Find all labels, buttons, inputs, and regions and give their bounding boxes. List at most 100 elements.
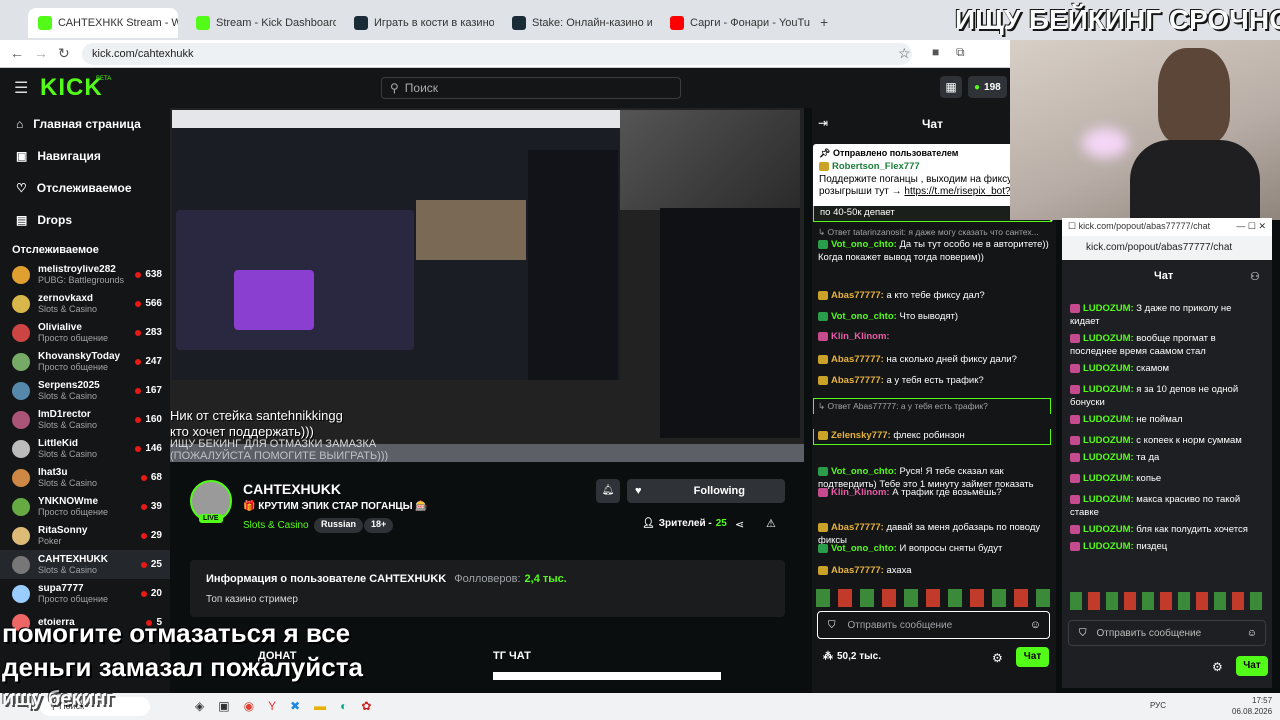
emoji-icon[interactable]: ☺: [1030, 619, 1041, 631]
sidebar-channel[interactable]: RitaSonny Poker 29: [0, 521, 170, 550]
chat-username[interactable]: Klin_Klinom:: [831, 487, 890, 498]
sidebar-channel[interactable]: CAHTEXHUKK Slots & Casino 25: [0, 550, 170, 579]
gear-icon[interactable]: ⚙: [992, 651, 1003, 665]
chat-username[interactable]: Vot_ono_chto:: [831, 466, 897, 477]
chrome-icon[interactable]: ◉: [244, 699, 254, 713]
app-icon[interactable]: ◈: [195, 699, 204, 713]
chat-username[interactable]: Abas77777:: [831, 565, 884, 576]
chat-username[interactable]: Zelensky777:: [831, 430, 891, 441]
kick-logo[interactable]: KICK: [40, 74, 103, 102]
sidebar-channel[interactable]: Serpens2025 Slots & Casino 167: [0, 376, 170, 405]
users-icon[interactable]: ⚇: [1250, 270, 1260, 283]
back-icon[interactable]: ←: [10, 45, 24, 61]
chat-username[interactable]: Abas77777:: [831, 375, 884, 386]
forward-icon[interactable]: →: [34, 45, 48, 61]
chat-username[interactable]: LUDOZUM:: [1083, 303, 1134, 314]
search-input[interactable]: ⚲ Поиск: [381, 77, 681, 99]
chat-username[interactable]: LUDOZUM:: [1083, 494, 1134, 505]
coins-badge[interactable]: ● 198: [968, 76, 1007, 98]
popout-send-button[interactable]: Чат: [1236, 656, 1268, 676]
tag-pill[interactable]: 18+: [364, 518, 394, 533]
star-icon[interactable]: ☆: [898, 45, 911, 62]
captured-promo-banner: [234, 270, 314, 330]
badge-icon: [818, 466, 828, 476]
app-icon[interactable]: ✖: [290, 699, 300, 713]
popout-emote-bar[interactable]: [1070, 592, 1264, 610]
clock[interactable]: 17:57 06.08.2026: [1232, 695, 1272, 717]
popout-chat-input[interactable]: ⛉ Отправить сообщение ☺: [1068, 620, 1266, 646]
reload-icon[interactable]: ↻: [58, 45, 70, 62]
browser-tab[interactable]: Сарги - Фонари - YouTube✕: [660, 8, 810, 38]
sidebar-channel[interactable]: YNKNOWme Просто общение 39: [0, 492, 170, 521]
extension-icon[interactable]: ■: [932, 45, 939, 59]
folder-icon[interactable]: ▬: [314, 699, 326, 713]
chat-message: Vot_ono_chto: И вопросы сняты будут: [818, 542, 1050, 555]
chat-username[interactable]: Abas77777:: [831, 522, 884, 533]
gear-icon[interactable]: ⚙: [1212, 660, 1223, 674]
following-button[interactable]: ♥ Following: [627, 479, 785, 503]
browser-tab[interactable]: Stream - Kick Dashboard✕: [186, 8, 336, 38]
app-icon[interactable]: ▣: [218, 699, 229, 713]
tag-pill[interactable]: Russian: [314, 518, 364, 533]
bell-icon[interactable]: 🔔︎: [596, 479, 620, 503]
emote-bar[interactable]: [816, 589, 1050, 607]
chat-username[interactable]: LUDOZUM:: [1083, 363, 1134, 374]
new-tab-icon[interactable]: +: [820, 14, 828, 30]
report-icon[interactable]: ⚠: [766, 517, 776, 530]
person-head: [1158, 48, 1230, 144]
chat-username[interactable]: LUDOZUM:: [1083, 524, 1134, 535]
chat-username[interactable]: LUDOZUM:: [1083, 452, 1134, 463]
category-link[interactable]: Slots & Casino: [243, 520, 309, 531]
browser-tab[interactable]: Играть в кости в казино онла✕: [344, 8, 494, 38]
puzzle-icon[interactable]: ⧉: [956, 45, 965, 60]
stream-overlay-line: Ник от стейка santehnikkingg: [170, 408, 343, 423]
chat-input[interactable]: ⛉ Отправить сообщение ☺: [817, 611, 1050, 639]
chat-message: Vot_ono_chto: Что выводят): [818, 310, 1050, 323]
chat-username[interactable]: LUDOZUM:: [1083, 435, 1134, 446]
edge-icon[interactable]: ◐: [340, 699, 347, 713]
chat-username[interactable]: LUDOZUM:: [1083, 384, 1134, 395]
video-player[interactable]: Ник от стейка santehnikkingg кто хочет п…: [170, 108, 804, 462]
chat-username[interactable]: LUDOZUM:: [1083, 414, 1134, 425]
sidebar-item-browse[interactable]: ▣ Навигация: [0, 140, 170, 172]
sidebar-item-home[interactable]: ⌂ Главная страница: [0, 108, 170, 140]
sidebar-channel[interactable]: ImD1rector Slots & Casino 160: [0, 405, 170, 434]
channel-name[interactable]: CAHTEXHUKK: [243, 481, 341, 497]
popout-url[interactable]: kick.com/popout/abas77777/chat: [1062, 236, 1272, 260]
lang-indicator[interactable]: РУС: [1150, 701, 1166, 710]
channel-category: Просто общение: [38, 332, 108, 343]
sidebar-channel[interactable]: melistroylive282 PUBG: Battlegrounds 638: [0, 260, 170, 289]
dashboard-icon[interactable]: ▦: [940, 76, 962, 98]
panel-tab-tg-chat[interactable]: ТГ ЧАТ: [493, 650, 531, 662]
chat-username[interactable]: Vot_ono_chto:: [831, 239, 897, 250]
sidebar-channel[interactable]: KhovanskyToday Просто общение 247: [0, 347, 170, 376]
app-icon[interactable]: ✿: [361, 699, 371, 713]
live-dot-icon: [135, 271, 142, 278]
chat-username[interactable]: LUDOZUM:: [1083, 333, 1134, 344]
yandex-icon[interactable]: Y: [268, 699, 276, 713]
chat-username[interactable]: Vot_ono_chto:: [831, 311, 897, 322]
menu-icon[interactable]: ☰: [14, 78, 28, 98]
share-icon[interactable]: ⋖: [735, 518, 744, 531]
sidebar-channel[interactable]: LittleKid Slots & Casino 146: [0, 434, 170, 463]
collapse-chat-icon[interactable]: ⇥: [818, 116, 828, 130]
chat-username[interactable]: Abas77777:: [831, 290, 884, 301]
streamer-webcam-overlay: [1010, 40, 1280, 220]
browser-tab[interactable]: Stake: Онлайн-казино и ставк✕: [502, 8, 652, 38]
browser-tab[interactable]: САНТЕХНКК Stream - Wa✕: [28, 8, 178, 38]
sidebar-channel[interactable]: lhat3u Slots & Casino 68: [0, 463, 170, 492]
emoji-icon[interactable]: ☺: [1247, 628, 1257, 639]
sidebar-item-following[interactable]: ♡ Отслеживаемое: [0, 172, 170, 204]
chat-username[interactable]: Abas77777:: [831, 354, 884, 365]
sidebar-channel[interactable]: zernovkaxd Slots & Casino 566: [0, 289, 170, 318]
chat-username[interactable]: Vot_ono_chto:: [831, 543, 897, 554]
sidebar-channel[interactable]: supa7777 Просто общение 20: [0, 579, 170, 608]
channel-name: Serpens2025: [38, 380, 100, 391]
chat-username[interactable]: Klin_Klinom:: [831, 331, 890, 342]
sidebar-channel[interactable]: Olivialive Просто общение 283: [0, 318, 170, 347]
send-chat-button[interactable]: Чат: [1016, 647, 1049, 667]
chat-username[interactable]: LUDOZUM:: [1083, 473, 1134, 484]
chat-username[interactable]: LUDOZUM:: [1083, 541, 1134, 552]
sidebar-item-drops[interactable]: ▤ Drops: [0, 204, 170, 236]
url-field[interactable]: kick.com/cahtexhukk: [82, 43, 912, 65]
